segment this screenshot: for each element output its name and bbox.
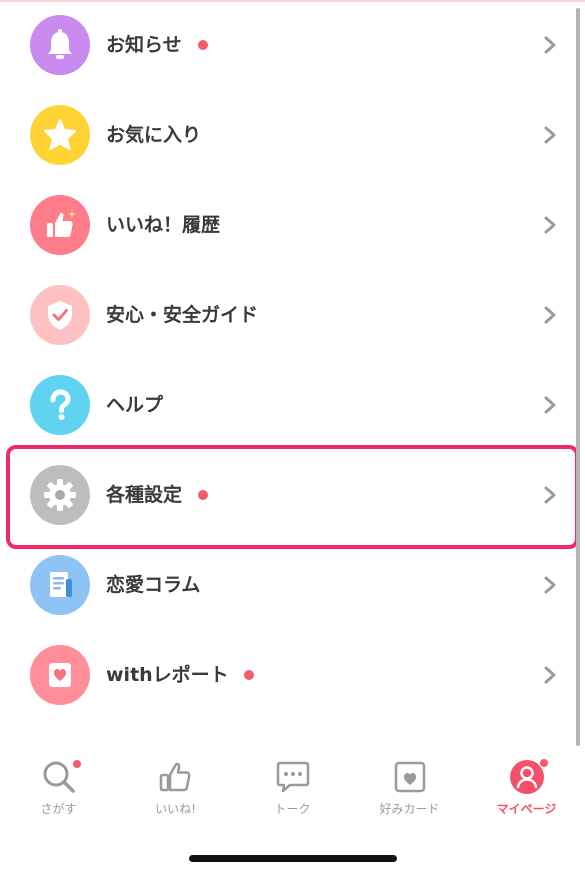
menu-item-label: お知らせ <box>106 34 182 56</box>
notification-dot <box>244 670 254 680</box>
menu-item-favorites[interactable]: お気に入り <box>0 90 575 180</box>
tab-label: いいね! <box>155 802 196 816</box>
chevron-right-icon <box>544 36 556 54</box>
notification-dot <box>540 759 548 767</box>
scrollbar[interactable] <box>576 8 580 746</box>
chat-bubble-icon <box>276 761 310 793</box>
menu-item-label: ヘルプ <box>106 394 164 416</box>
bottom-tab-bar: さがす いいね! トーク 好みカード マイページ <box>0 746 585 826</box>
tab-label: 好みカード <box>379 802 440 816</box>
tab-mypage[interactable]: マイページ <box>468 746 585 826</box>
notification-dot <box>198 40 208 50</box>
heart-card-icon <box>30 645 90 705</box>
menu-item-label: いいね！履歴 <box>106 214 221 236</box>
shield-check-icon <box>30 285 90 345</box>
menu-item-label: お気に入り <box>106 124 202 146</box>
tab-label: さがす <box>40 802 77 816</box>
heart-card-outline-icon <box>394 761 426 793</box>
star-icon <box>30 105 90 165</box>
question-icon <box>30 375 90 435</box>
tab-preference-card[interactable]: 好みカード <box>351 746 468 826</box>
menu-item-with-report[interactable]: withレポート <box>0 630 575 720</box>
tab-label: マイページ <box>496 802 557 816</box>
menu-item-safety-guide[interactable]: 安心・安全ガイド <box>0 270 575 360</box>
chevron-right-icon <box>544 576 556 594</box>
chevron-right-icon <box>544 666 556 684</box>
menu-item-help[interactable]: ヘルプ <box>0 360 575 450</box>
menu-item-label: 安心・安全ガイド <box>106 304 259 326</box>
notification-dot <box>73 760 81 768</box>
thumbs-up-icon <box>30 195 90 255</box>
menu-item-notifications[interactable]: お知らせ <box>0 0 575 90</box>
menu-item-label: withレポート <box>106 664 229 686</box>
menu-item-like-history[interactable]: いいね！履歴 <box>0 180 575 270</box>
menu-item-love-column[interactable]: 恋愛コラム <box>0 540 575 630</box>
settings-highlight-box <box>6 445 579 549</box>
document-icon <box>30 555 90 615</box>
chevron-right-icon <box>544 306 556 324</box>
tab-talk[interactable]: トーク <box>234 746 351 826</box>
tab-search[interactable]: さがす <box>0 746 117 826</box>
menu-item-label: 恋愛コラム <box>106 574 201 596</box>
tab-label: トーク <box>274 802 311 816</box>
tab-likes[interactable]: いいね! <box>117 746 234 826</box>
chevron-right-icon <box>544 216 556 234</box>
chevron-right-icon <box>544 396 556 414</box>
bell-icon <box>30 15 90 75</box>
thumbs-up-outline-icon <box>159 762 191 792</box>
home-indicator[interactable] <box>189 855 397 862</box>
chevron-right-icon <box>544 126 556 144</box>
